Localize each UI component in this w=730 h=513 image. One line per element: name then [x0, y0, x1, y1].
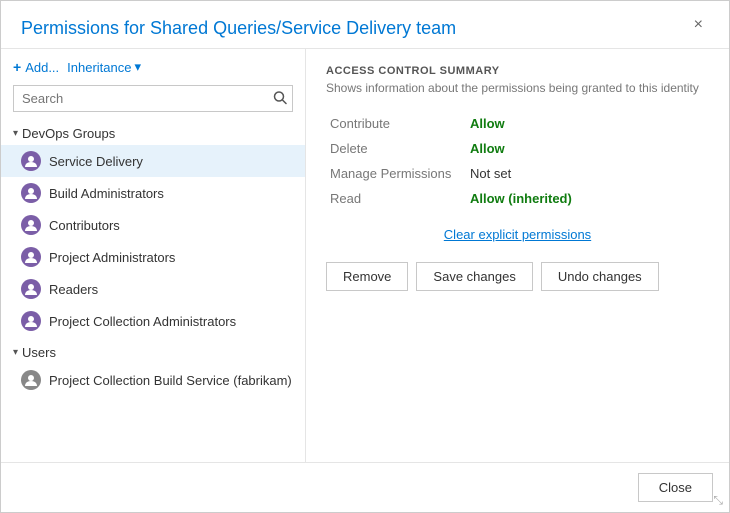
inheritance-label: Inheritance: [67, 60, 131, 75]
clear-explicit-permissions-link[interactable]: Clear explicit permissions: [326, 227, 709, 242]
chevron-down-icon: ▾: [134, 59, 141, 75]
list-item[interactable]: Contributors: [1, 209, 305, 241]
remove-button[interactable]: Remove: [326, 262, 408, 291]
permission-row: Read Allow (inherited): [326, 186, 709, 211]
users-group-header[interactable]: ▾ Users: [1, 341, 305, 364]
avatar: [21, 183, 41, 203]
dialog-footer: Close: [1, 462, 729, 512]
list-item[interactable]: Project Administrators: [1, 241, 305, 273]
permission-name: Read: [326, 186, 466, 211]
add-label: Add...: [25, 60, 59, 75]
left-panel: + Add... Inheritance ▾: [1, 49, 306, 462]
item-name: Project Collection Administrators: [49, 314, 236, 329]
users-group-label: Users: [22, 345, 56, 360]
avatar: [21, 215, 41, 235]
permissions-dialog: Permissions for Shared Queries/Service D…: [0, 0, 730, 513]
close-icon-button[interactable]: ×: [688, 15, 709, 35]
permission-row: Delete Allow: [326, 136, 709, 161]
toolbar: + Add... Inheritance ▾: [1, 59, 305, 85]
dialog-header: Permissions for Shared Queries/Service D…: [1, 1, 729, 49]
inheritance-button[interactable]: Inheritance ▾: [67, 59, 141, 75]
right-panel: ACCESS CONTROL SUMMARY Shows information…: [306, 49, 729, 462]
permission-row: Manage Permissions Not set: [326, 161, 709, 186]
add-button[interactable]: + Add...: [13, 59, 59, 75]
list-item[interactable]: Service Delivery: [1, 145, 305, 177]
list-item[interactable]: Build Administrators: [1, 177, 305, 209]
avatar: [21, 370, 41, 390]
access-control-title: ACCESS CONTROL SUMMARY: [326, 65, 709, 77]
avatar: [21, 151, 41, 171]
dialog-title: Permissions for Shared Queries/Service D…: [21, 17, 456, 40]
search-box: [13, 85, 293, 112]
devops-group-label: DevOps Groups: [22, 126, 115, 141]
item-name: Project Collection Build Service (fabrik…: [49, 373, 292, 388]
undo-changes-button[interactable]: Undo changes: [541, 262, 659, 291]
list-item[interactable]: Project Collection Build Service (fabrik…: [1, 364, 305, 396]
list-item[interactable]: Project Collection Administrators: [1, 305, 305, 337]
permission-value: Allow: [466, 111, 709, 136]
devops-group-section: ▾ DevOps Groups Service Delivery Build A…: [1, 122, 305, 337]
devops-group-header[interactable]: ▾ DevOps Groups: [1, 122, 305, 145]
access-control-desc: Shows information about the permissions …: [326, 81, 709, 95]
permission-name: Delete: [326, 136, 466, 161]
permission-table: Contribute Allow Delete Allow Manage Per…: [326, 111, 709, 211]
search-icon[interactable]: [273, 90, 287, 107]
search-input[interactable]: [13, 85, 293, 112]
item-name: Contributors: [49, 218, 120, 233]
users-group-section: ▾ Users Project Collection Build Service…: [1, 341, 305, 396]
close-footer-button[interactable]: Close: [638, 473, 713, 502]
permission-value: Not set: [466, 161, 709, 186]
item-name: Build Administrators: [49, 186, 164, 201]
chevron-collapse-icon: ▾: [13, 347, 18, 358]
plus-icon: +: [13, 59, 21, 75]
avatar: [21, 247, 41, 267]
permission-name: Contribute: [326, 111, 466, 136]
action-buttons: Remove Save changes Undo changes: [326, 262, 709, 291]
permission-row: Contribute Allow: [326, 111, 709, 136]
item-name: Readers: [49, 282, 98, 297]
list-item[interactable]: Readers: [1, 273, 305, 305]
permission-value: Allow: [466, 136, 709, 161]
permission-value: Allow (inherited): [466, 186, 709, 211]
avatar: [21, 311, 41, 331]
permission-name: Manage Permissions: [326, 161, 466, 186]
avatar: [21, 279, 41, 299]
dialog-body: + Add... Inheritance ▾: [1, 49, 729, 462]
save-changes-button[interactable]: Save changes: [416, 262, 532, 291]
resize-handle[interactable]: ⤡: [713, 493, 723, 508]
item-name: Service Delivery: [49, 154, 143, 169]
chevron-collapse-icon: ▾: [13, 128, 18, 139]
item-name: Project Administrators: [49, 250, 175, 265]
